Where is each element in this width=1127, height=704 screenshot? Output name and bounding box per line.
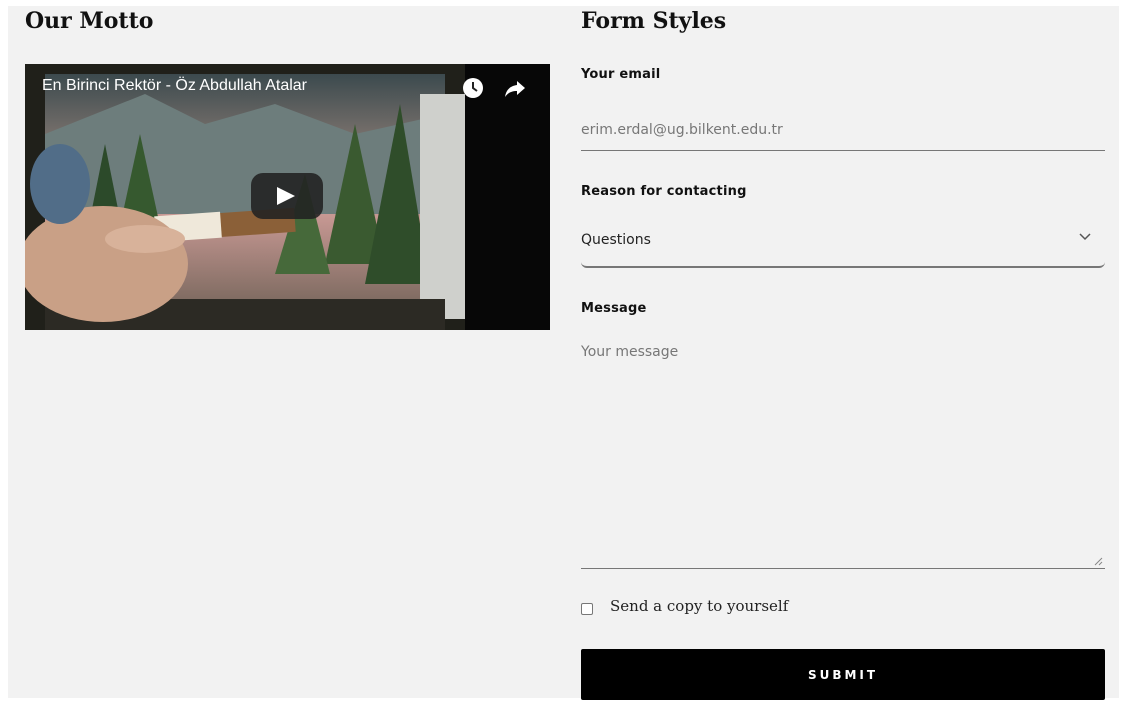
message-field[interactable] [581,344,1105,569]
form-heading: Form Styles [581,8,727,34]
copy-checkbox-label[interactable]: Send a copy to yourself [610,597,788,615]
video-player[interactable]: En Birinci Rektör - Öz Abdullah Atalar [25,64,550,330]
video-title[interactable]: En Birinci Rektör - Öz Abdullah Atalar [42,77,307,95]
resize-handle-icon[interactable] [1093,556,1103,566]
message-label: Message [581,301,647,316]
watch-later-icon[interactable] [461,76,485,100]
play-button[interactable] [251,173,323,219]
email-field[interactable] [581,110,1105,151]
page-container: Our Motto En Birinci Rektör - Öz Abdulla… [8,6,1119,700]
reason-label: Reason for contacting [581,184,747,199]
chevron-down-icon [1079,233,1091,241]
reason-selected-value: Questions [581,232,651,248]
reason-select[interactable]: Questions [581,211,1105,268]
email-label: Your email [581,67,661,82]
motto-heading: Our Motto [25,8,154,34]
share-icon[interactable] [503,76,527,100]
submit-button[interactable]: SUBMIT [581,649,1105,700]
play-icon [277,187,295,205]
copy-checkbox[interactable] [581,603,593,615]
